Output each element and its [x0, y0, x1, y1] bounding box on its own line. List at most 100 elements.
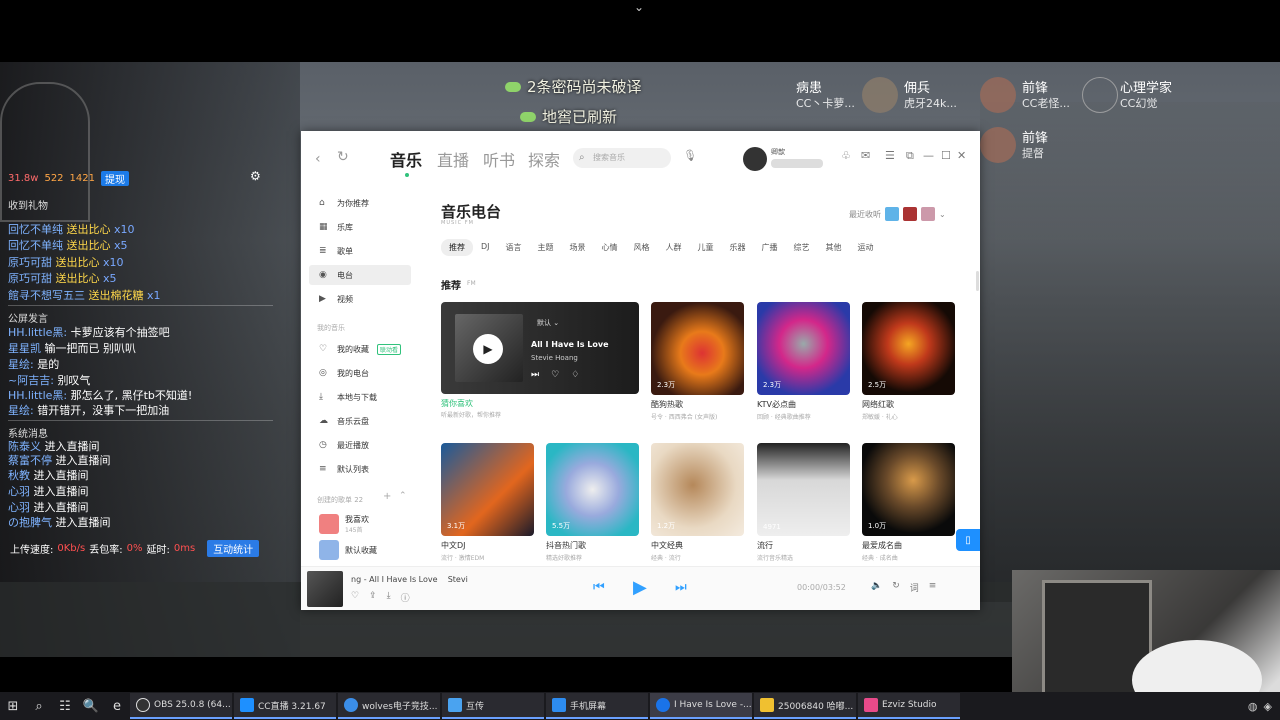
taskbar-app[interactable]: Ezviz Studio: [858, 693, 960, 719]
minimize-icon[interactable]: —: [923, 149, 934, 162]
info-icon[interactable]: ⓘ: [401, 591, 410, 604]
radio-card[interactable]: 4971 流行 流行音乐精选: [757, 443, 850, 562]
sidebar-item-radio[interactable]: ◉ 电台: [309, 265, 411, 285]
radio-card[interactable]: 5.5万 抖音热门歌 精选好歌推荐: [546, 443, 639, 562]
page-subtitle: MUSIC FM: [441, 220, 474, 226]
search-input[interactable]: ⌕ 搜索音乐: [573, 148, 671, 168]
sidebar-item-default-list[interactable]: ≡ 默认列表: [309, 459, 411, 479]
public-chat-title: 公屏发言: [8, 314, 48, 325]
close-icon[interactable]: ✕: [957, 149, 966, 162]
taskbar-app[interactable]: CC直播 3.21.67: [234, 693, 336, 719]
player-5: 前锋 提督: [1022, 131, 1049, 160]
withdraw-button[interactable]: 提现: [101, 170, 129, 186]
back-icon[interactable]: ‹: [315, 151, 321, 167]
sidebar-item-my-radio[interactable]: ◎ 我的电台: [309, 363, 411, 383]
sidebar-item-favorites[interactable]: ♡ 我的收藏 联动看: [309, 339, 411, 359]
playlist-liked[interactable]: 我喜欢 145首: [319, 513, 409, 535]
maximize-icon[interactable]: ☐: [941, 149, 951, 162]
windows-start-icon[interactable]: ⊞: [0, 692, 26, 720]
chat-line: HH.little黑: 卡萝应该有个抽签吧: [8, 326, 170, 339]
heart-icon[interactable]: ♡: [551, 370, 559, 380]
radio-card[interactable]: 1.2万 中文经典 经典 · 流行: [651, 443, 744, 562]
skin-icon[interactable]: ♧: [841, 149, 851, 162]
category-tab[interactable]: 主题: [530, 239, 562, 256]
task-view-icon[interactable]: ☷: [52, 692, 78, 720]
loop-icon[interactable]: ↻: [892, 581, 900, 594]
category-tab[interactable]: 其他: [818, 239, 850, 256]
sidebar-item-recent[interactable]: ◷ 最近播放: [309, 435, 411, 455]
radio-card[interactable]: 3.1万 中文DJ 流行 · 激情EDM: [441, 443, 534, 562]
download-icon[interactable]: ⤓: [387, 591, 391, 604]
play-icon[interactable]: ▶: [633, 577, 647, 598]
mode-select[interactable]: 默认 ⌄: [537, 318, 559, 328]
next-icon[interactable]: ⏭: [675, 580, 687, 595]
next-icon[interactable]: ⏭: [531, 370, 539, 380]
tray-icon[interactable]: ◈: [1264, 700, 1272, 713]
mini-mode-icon[interactable]: ⧉: [906, 149, 914, 163]
category-tab[interactable]: 儿童: [690, 239, 722, 256]
share-icon[interactable]: ⇪: [369, 591, 377, 604]
category-tab[interactable]: 推荐: [441, 239, 473, 256]
previous-icon[interactable]: ⏮: [593, 580, 605, 595]
category-tab[interactable]: 场景: [562, 239, 594, 256]
sidebar-item-recommend[interactable]: ⌂ 为你推荐: [309, 193, 411, 213]
category-tab[interactable]: 语言: [498, 239, 530, 256]
queue-icon[interactable]: ≡: [929, 581, 937, 594]
refresh-icon[interactable]: ↻: [337, 149, 349, 165]
hud-message-ciphers: 2条密码尚未破译: [505, 76, 642, 97]
category-tab[interactable]: 运动: [850, 239, 882, 256]
tab-explore[interactable]: 探索: [528, 147, 560, 171]
sidebar-item-local[interactable]: ⤓ 本地与下载: [309, 387, 411, 407]
chevron-up-icon[interactable]: ⌃: [399, 491, 407, 501]
category-tab[interactable]: 人群: [658, 239, 690, 256]
lyrics-icon[interactable]: 词: [910, 581, 919, 594]
add-playlist-icon[interactable]: +: [383, 491, 391, 502]
search-icon[interactable]: ⌕: [26, 692, 52, 720]
taskbar-app[interactable]: 手机屏幕: [546, 693, 648, 719]
interaction-stats-button[interactable]: 互动统计: [207, 540, 260, 557]
player-avatar: [980, 77, 1016, 113]
magnifier-icon[interactable]: 🔍: [78, 692, 104, 720]
taskbar-app[interactable]: OBS 25.0.8 (64...: [130, 693, 232, 719]
playlist-default[interactable]: 默认收藏: [319, 539, 409, 561]
radio-card[interactable]: 2.5万 网络红歌 郑敏媛 · 礼心: [862, 302, 955, 421]
category-tab[interactable]: 心情: [594, 239, 626, 256]
guess-you-like-card[interactable]: ▶ 默认 ⌄ All I Have Is Love Stevie Hoang ⏭…: [441, 302, 639, 394]
gear-icon[interactable]: ⚙: [250, 169, 261, 183]
tab-live[interactable]: 直播: [437, 147, 469, 171]
volume-icon[interactable]: 🔈: [871, 581, 882, 594]
taskbar-app-active[interactable]: I Have Is Love -...: [650, 693, 752, 719]
network-icon[interactable]: ◍: [1248, 700, 1258, 713]
settings-icon[interactable]: ☰: [885, 149, 895, 162]
category-tab[interactable]: 广播: [754, 239, 786, 256]
float-panel-button[interactable]: ▯: [956, 529, 980, 551]
avatar[interactable]: [743, 147, 767, 171]
scrollbar[interactable]: [976, 271, 979, 291]
tab-audiobooks[interactable]: 听书: [483, 147, 515, 171]
mic-icon[interactable]: 🎙: [683, 149, 697, 165]
chevron-down-icon[interactable]: ⌄: [634, 0, 644, 14]
heart-icon[interactable]: ♡: [351, 591, 359, 604]
taskbar-app[interactable]: wolves电子竞技...: [338, 693, 440, 719]
tab-music[interactable]: 音乐: [390, 147, 422, 171]
play-icon[interactable]: ▶: [473, 334, 503, 364]
radio-card[interactable]: 1.0万 最爱成名曲 经典 · 成名曲: [862, 443, 955, 562]
category-tab[interactable]: DJ: [473, 239, 498, 256]
category-tab[interactable]: 风格: [626, 239, 658, 256]
sidebar-item-cloud[interactable]: ☁ 音乐云盘: [309, 411, 411, 431]
sidebar-item-playlists[interactable]: ≣ 歌单: [309, 241, 411, 261]
dislike-icon[interactable]: ♢: [571, 370, 579, 380]
taskbar-app[interactable]: 互传: [442, 693, 544, 719]
mail-icon[interactable]: ✉: [861, 149, 870, 162]
recent-listened[interactable]: 最近收听 ⌄: [849, 207, 946, 221]
radio-card[interactable]: 2.3万 酷狗热歌 号令 · 西西弗合 (女声版): [651, 302, 744, 421]
category-tab[interactable]: 综艺: [786, 239, 818, 256]
category-tab[interactable]: 乐器: [722, 239, 754, 256]
taskbar-app[interactable]: 25006840 哈嘟...: [754, 693, 856, 719]
hero-caption[interactable]: 猜你喜欢: [441, 398, 473, 409]
radio-card[interactable]: 2.3万 KTV必点曲 回顾 · 经典歌曲推荐: [757, 302, 850, 421]
edge-icon[interactable]: e: [104, 692, 130, 720]
sidebar-item-library[interactable]: ▦ 乐库: [309, 217, 411, 237]
sidebar-item-video[interactable]: ▶ 视频: [309, 289, 411, 309]
now-playing-cover[interactable]: [307, 571, 343, 607]
